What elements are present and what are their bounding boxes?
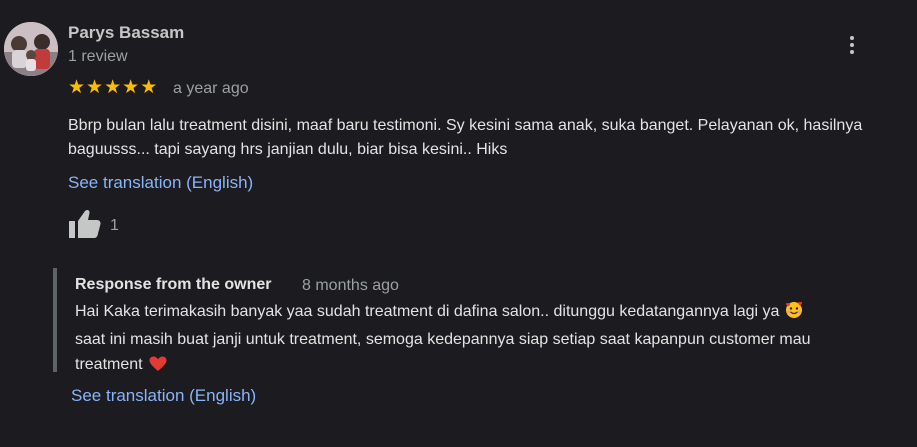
reviewer-name[interactable]: Parys Bassam xyxy=(68,23,184,43)
owner-response-line-2: saat ini masih buat janji untuk treatmen… xyxy=(75,331,811,348)
owner-response-line: treatment xyxy=(75,352,910,380)
owner-response-line: Hai Kaka terimakasih banyak yaa sudah tr… xyxy=(75,299,910,327)
see-translation-link[interactable]: See translation (English) xyxy=(68,173,253,193)
owner-response-line-1: Hai Kaka terimakasih banyak yaa sudah tr… xyxy=(75,303,780,320)
star-icon: ★ xyxy=(68,77,86,98)
owner-response-date: 8 months ago xyxy=(302,277,399,294)
owner-response-title: Response from the owner xyxy=(75,276,272,293)
like-button[interactable] xyxy=(68,208,102,240)
review-date: a year ago xyxy=(173,80,249,97)
review-text: Bbrp bulan lalu treatment disini, maaf b… xyxy=(68,117,863,158)
red-heart-icon xyxy=(149,355,167,380)
owner-response-line-3: treatment xyxy=(75,356,143,373)
star-icon: ★ xyxy=(122,77,140,98)
more-options-button[interactable] xyxy=(842,30,862,60)
star-icon: ★ xyxy=(86,77,104,98)
star-rating: ★ ★ ★ ★ ★ xyxy=(68,78,157,98)
owner-response-divider xyxy=(53,268,57,372)
owner-see-translation-link[interactable]: See translation (English) xyxy=(71,386,256,406)
owner-response-text: Hai Kaka terimakasih banyak yaa sudah tr… xyxy=(75,299,910,380)
thumbs-up-icon xyxy=(69,209,101,238)
more-vert-icon xyxy=(850,36,854,40)
avatar-photo xyxy=(4,22,58,76)
more-vert-icon-dot xyxy=(850,50,854,54)
star-icon: ★ xyxy=(140,77,158,98)
more-vert-icon-dot xyxy=(850,43,854,47)
reviewer-avatar[interactable] xyxy=(4,22,58,76)
star-icon: ★ xyxy=(104,77,122,98)
like-count: 1 xyxy=(110,217,119,234)
smiling-face-with-hearts-icon xyxy=(785,301,803,327)
review-count: 1 review xyxy=(68,48,128,65)
